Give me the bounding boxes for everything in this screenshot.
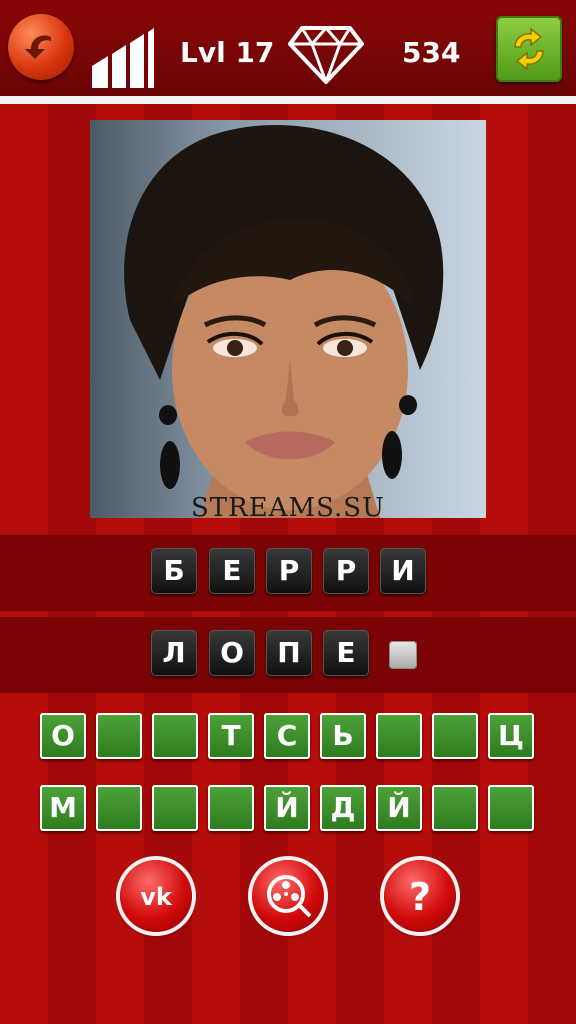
letter-tile[interactable]: О <box>40 713 86 759</box>
answer-tile[interactable]: П <box>266 630 312 676</box>
letter-tile[interactable] <box>96 713 142 759</box>
answer-tile[interactable]: И <box>380 548 426 594</box>
watermark: STREAMS.SU <box>191 493 385 523</box>
vk-icon: vk <box>140 883 173 911</box>
refresh-icon <box>514 27 544 71</box>
answer-tile[interactable]: Л <box>151 630 197 676</box>
coins-counter: 534 <box>402 36 461 69</box>
svg-text:vk: vk <box>140 883 173 911</box>
vk-share-button[interactable]: vk <box>120 860 192 932</box>
answer-tile[interactable]: Р <box>323 548 369 594</box>
divider <box>0 96 576 104</box>
watch-video-button[interactable] <box>252 860 324 932</box>
answer-row-1: Б Е Р Р И <box>0 535 576 611</box>
refresh-button[interactable] <box>496 16 562 82</box>
letter-tile[interactable] <box>152 713 198 759</box>
film-reel-icon <box>267 875 312 918</box>
stats-bars-icon <box>92 28 154 88</box>
letter-tile[interactable] <box>488 785 534 831</box>
letter-tile[interactable] <box>376 713 422 759</box>
answer-tile[interactable]: Е <box>323 630 369 676</box>
letter-tile[interactable] <box>208 785 254 831</box>
answer-tile[interactable]: Е <box>209 548 255 594</box>
letter-tile[interactable] <box>432 713 478 759</box>
letter-tile[interactable]: Й <box>376 785 422 831</box>
top-bar: Lvl 17 534 <box>0 0 576 96</box>
celebrity-photo <box>90 120 486 518</box>
letter-tile[interactable]: Ь <box>320 713 366 759</box>
letter-tile[interactable]: Т <box>208 713 254 759</box>
letter-tile[interactable]: М <box>40 785 86 831</box>
hint-button[interactable]: ? <box>384 860 456 932</box>
answer-tile[interactable]: Б <box>151 548 197 594</box>
empty-answer-slot[interactable] <box>389 641 417 669</box>
letter-tile[interactable]: Ц <box>488 713 534 759</box>
answer-tile[interactable]: Р <box>266 548 312 594</box>
answer-tile[interactable]: О <box>209 630 255 676</box>
back-button[interactable] <box>8 14 74 80</box>
answer-row-2: Л О П Е <box>0 617 576 693</box>
letter-tile[interactable] <box>96 785 142 831</box>
svg-text:?: ? <box>409 875 431 919</box>
diamond-icon <box>288 26 364 84</box>
letter-tile[interactable]: Д <box>320 785 366 831</box>
letter-tile[interactable]: Й <box>264 785 310 831</box>
letter-tile[interactable]: С <box>264 713 310 759</box>
letter-tile[interactable] <box>432 785 478 831</box>
back-arrow-icon <box>25 35 51 59</box>
level-label: Lvl 17 <box>180 36 275 69</box>
question-icon: ? <box>409 875 431 919</box>
letter-tile[interactable] <box>152 785 198 831</box>
